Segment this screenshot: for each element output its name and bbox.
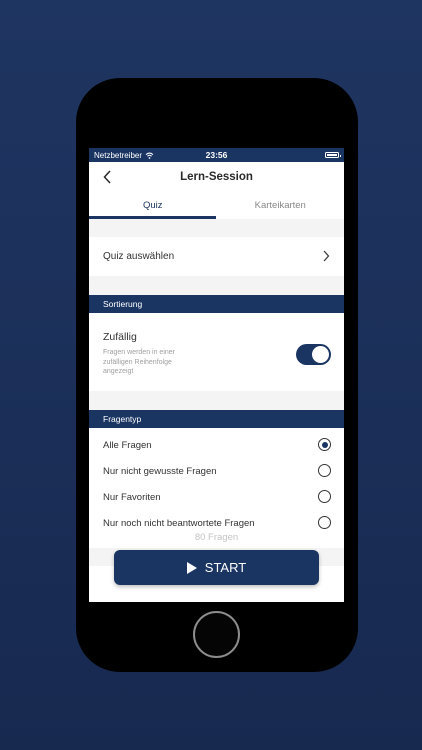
back-chevron-icon[interactable] (102, 170, 114, 184)
app-screen: Netzbetreiber 23:56 Lern-Session Quiz Ka… (89, 148, 344, 602)
radio-button[interactable] (318, 490, 331, 503)
radio-button[interactable] (318, 516, 331, 529)
sorting-description: Fragen werden in einer zufälligen Reihen… (103, 349, 175, 375)
tab-bar: Quiz Karteikarten (89, 192, 344, 219)
tab-active-indicator (89, 216, 216, 219)
page-title: Lern-Session (180, 171, 253, 183)
nav-bar: Lern-Session (89, 162, 344, 192)
option-label: Nur Favoriten (103, 491, 161, 503)
radio-button[interactable] (318, 464, 331, 477)
question-count: 80 Fragen (194, 532, 239, 543)
section-header-question-type: Fragentyp (89, 410, 344, 428)
toggle-knob (312, 346, 329, 363)
sorting-option-label: Zufällig (103, 331, 137, 343)
chevron-right-icon (323, 250, 330, 262)
quiz-select-label: Quiz auswählen (103, 251, 175, 262)
home-button[interactable] (193, 611, 240, 658)
option-label: Nur noch nicht beantwortete Fragen (103, 517, 255, 529)
question-type-list: Alle Fragen Nur nicht gewusste Fragen Nu… (89, 428, 344, 548)
status-time: 23:56 (205, 150, 228, 160)
tab-quiz[interactable]: Quiz (89, 192, 217, 219)
section-header-sorting: Sortierung (89, 295, 344, 313)
status-bar: Netzbetreiber 23:56 (89, 148, 344, 162)
start-button-label: START (204, 560, 247, 575)
option-label: Alle Fragen (103, 439, 152, 451)
play-icon (186, 561, 197, 574)
option-favorites[interactable]: Nur Favoriten (89, 484, 344, 510)
battery-icon (325, 152, 341, 158)
option-unknown-questions[interactable]: Nur nicht gewusste Fragen (89, 458, 344, 484)
option-all-questions[interactable]: Alle Fragen (89, 432, 344, 458)
option-label: Nur nicht gewusste Fragen (103, 465, 217, 477)
radio-button-selected[interactable] (318, 438, 331, 451)
tab-karteikarten[interactable]: Karteikarten (217, 192, 345, 219)
random-order-toggle[interactable] (296, 344, 331, 365)
quiz-select-row[interactable]: Quiz auswählen (89, 237, 344, 276)
sorting-row: Zufällig Fragen werden in einer zufällig… (89, 313, 344, 391)
start-button[interactable]: START (114, 550, 319, 585)
